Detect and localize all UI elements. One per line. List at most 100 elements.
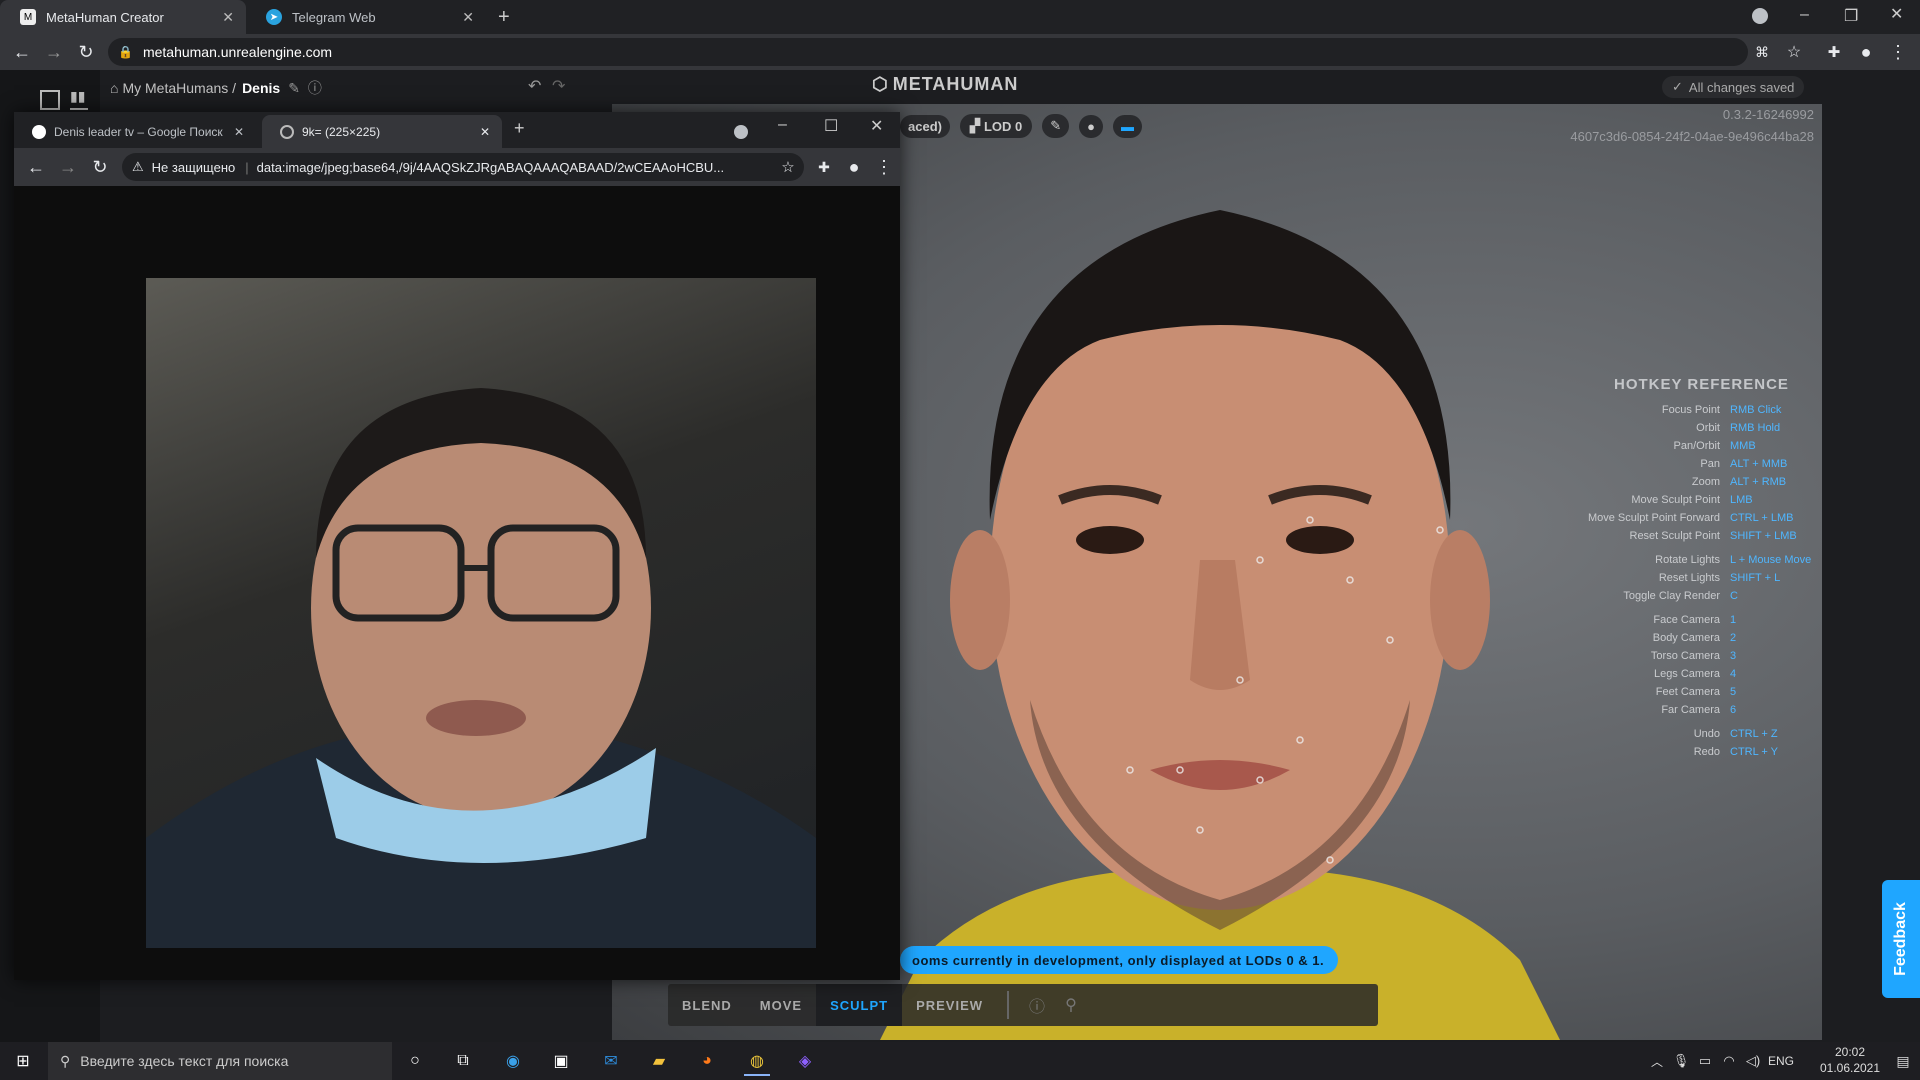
hotkey-row: Body Camera 2 [1560,632,1820,650]
hotkey-binding: 3 [1730,650,1737,662]
close-icon[interactable]: ✕ [480,125,490,139]
restore-icon[interactable]: ❐ [1844,6,1858,26]
lock-icon: 🔒 [118,45,133,59]
home-icon[interactable]: ⌂ [110,80,118,96]
back-icon[interactable]: ← [22,149,50,185]
inner-tab-strip: Denis leader tv – Google Поиск ✕ 9k= (22… [14,112,900,148]
breadcrumb-root[interactable]: My MetaHumans / [122,80,236,96]
fullscreen-icon[interactable] [40,90,60,110]
hotkey-binding: SHIFT + L [1730,572,1781,584]
mode-sculpt[interactable]: SCULPT [816,984,903,1026]
redo-icon[interactable]: ↷ [552,76,565,96]
hotkey-row: Toggle Clay Render C [1560,590,1820,608]
info-icon[interactable]: ⓘ [1029,993,1045,1017]
edge-icon[interactable]: ◉ [500,1048,526,1074]
lod-selector[interactable]: ▞ LOD 0 [959,114,1033,138]
new-tab-button[interactable]: + [514,118,525,139]
hotkey-binding: MMB [1730,440,1756,452]
minimize-icon[interactable]: – [1800,6,1809,24]
back-icon[interactable]: ← [8,34,36,70]
wifi-icon[interactable]: ◠ [1716,1048,1742,1074]
tab-label: Denis leader tv – Google Поиск [54,124,223,139]
viber-icon[interactable]: ◈ [792,1048,818,1074]
taskbar-search[interactable]: ⚲ Введите здесь текст для поиска [48,1042,392,1080]
close-icon[interactable]: ✕ [234,125,244,139]
tab-image-data[interactable]: 9k= (225×225) ✕ [262,115,502,148]
store-icon[interactable]: ▣ [548,1048,574,1074]
close-icon[interactable]: ✕ [462,9,474,26]
lod-partial-label[interactable]: aced) [900,114,950,138]
symmetry-icon[interactable]: ⚲ [1065,995,1077,1015]
hotkey-binding: SHIFT + LMB [1730,530,1797,542]
profile-icon[interactable]: ● [840,149,868,185]
mode-blend[interactable]: BLEND [668,984,746,1026]
close-window-icon[interactable]: ✕ [1890,4,1903,24]
menu-icon[interactable]: ⋮ [870,149,898,185]
minimize-icon[interactable]: – [778,116,787,134]
metahuman-head-render[interactable] [880,140,1560,1040]
undo-icon[interactable]: ↶ [528,76,541,96]
volume-icon[interactable]: ◁) [1740,1048,1766,1074]
extensions-icon[interactable]: ✚ [1820,34,1848,70]
display-icon[interactable]: ▬ [1113,114,1143,138]
inner-address-bar[interactable]: ⚠ Не защищено | data:image/jpeg;base64,/… [122,153,804,181]
person-photo-drawing [146,388,816,948]
close-window-icon[interactable]: ✕ [870,116,883,136]
forward-icon[interactable]: → [40,34,68,70]
sphere-icon[interactable]: ● [1079,114,1104,138]
development-notice: ooms currently in development, only disp… [900,946,1338,974]
reload-icon[interactable]: ↻ [72,34,100,70]
mode-move[interactable]: MOVE [746,984,816,1026]
mail-icon[interactable]: ✉ [598,1048,624,1074]
hotkey-row: Feet Camera 5 [1560,686,1820,704]
menu-icon[interactable]: ⋮ [1884,34,1912,70]
stats-icon[interactable]: ▮▮ [70,88,88,110]
hotkey-row: Focus Point RMB Click [1560,404,1820,422]
tab-google-search[interactable]: Denis leader tv – Google Поиск ✕ [14,115,256,148]
bookmark-star-icon[interactable]: ☆ [774,149,802,185]
address-bar[interactable]: 🔒 metahuman.unrealengine.com [108,38,1748,66]
translate-icon[interactable]: ⌘ [1748,34,1776,70]
firefox-icon[interactable]: ◕ [694,1048,720,1074]
hotkey-binding: 5 [1730,686,1737,698]
google-icon [32,124,46,139]
notification-icon[interactable]: ▤ [1890,1048,1916,1074]
close-icon[interactable]: ✕ [222,9,234,26]
tab-search-icon[interactable] [1752,8,1768,24]
tab-metahuman-creator[interactable]: M MetaHuman Creator ✕ [0,0,246,34]
edit-icon[interactable]: ✎ [288,80,300,97]
reload-icon[interactable]: ↻ [86,149,114,185]
hotkey-row: Pan/Orbit MMB [1560,440,1820,458]
maximize-icon[interactable]: ☐ [824,116,838,136]
tab-telegram-web[interactable]: ➤ Telegram Web ✕ [246,0,486,34]
hotkey-reference: Focus Point RMB Click Orbit RMB Hold Pan/Orb… [1560,404,1820,764]
clock[interactable]: 20:02 01.06.2021 [1766,1044,1890,1076]
hotkey-row: Orbit RMB Hold [1560,422,1820,440]
help-icon[interactable]: ⓘ [308,78,322,98]
globe-icon [280,124,294,139]
tray-chevron-icon[interactable]: ︿ [1644,1048,1670,1074]
file-explorer-icon[interactable]: ▰ [646,1048,672,1074]
hotkey-action: Feet Camera [1655,686,1720,698]
feedback-button[interactable]: Feedback [1882,880,1920,998]
forward-icon[interactable]: → [54,149,82,185]
brush-icon[interactable]: ✎ [1042,114,1070,138]
cortana-icon[interactable]: ○ [402,1048,428,1074]
hotkey-row: Rotate Lights L + Mouse Move [1560,554,1820,572]
hotkey-binding: RMB Click [1730,404,1782,416]
tab-search-icon[interactable] [734,125,748,139]
battery-icon[interactable]: ▭ [1692,1048,1718,1074]
new-tab-button[interactable]: + [498,6,510,29]
microphone-icon[interactable]: 🎙 [1668,1048,1694,1074]
hotkey-binding: 2 [1730,632,1737,644]
mode-preview[interactable]: PREVIEW [902,984,997,1026]
bookmark-star-icon[interactable]: ☆ [1780,34,1808,70]
search-icon: ⚲ [60,1052,71,1069]
profile-icon[interactable]: ● [1852,34,1880,70]
warning-icon: ⚠ [132,159,144,174]
extensions-icon[interactable]: ✚ [810,149,838,185]
outer-tab-strip: M MetaHuman Creator ✕ ➤ Telegram Web ✕ +… [0,0,1920,34]
windows-start-icon[interactable]: ⊞ [10,1048,36,1074]
chrome-icon[interactable]: ◍ [744,1048,770,1076]
task-view-icon[interactable]: ⧉ [450,1048,476,1074]
